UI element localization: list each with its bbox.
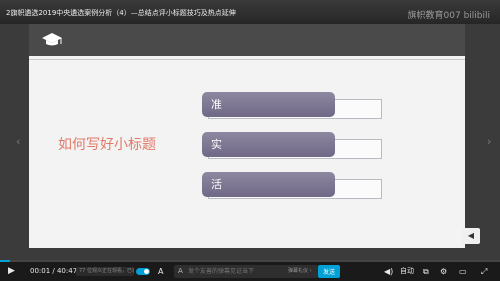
header-divider — [29, 59, 465, 60]
prev-page-icon[interactable]: ‹ — [16, 135, 20, 148]
picture-in-picture-icon[interactable]: ⧉ — [423, 262, 429, 281]
danmaku-style-icon[interactable]: A — [178, 265, 183, 278]
slide-title: 如何写好小标题 — [58, 137, 156, 153]
player-controls: ▶ 00:01 / 40:47 77 位观众正在观看，已装填 31 条弹幕 A … — [0, 262, 500, 281]
next-page-icon[interactable]: › — [487, 135, 491, 148]
quality-selector[interactable]: 自动 — [400, 262, 414, 281]
bilibili-watermark: 旗帜教育007 bilibili — [407, 11, 490, 21]
graduation-cap-icon — [42, 33, 62, 46]
send-danmaku-button[interactable]: 发送 — [318, 265, 340, 278]
fullscreen-icon[interactable]: ⤢ — [481, 262, 487, 281]
play-icon[interactable]: ▶ — [8, 262, 15, 281]
widescreen-icon[interactable]: ▭ — [459, 262, 467, 281]
volume-icon[interactable]: ◀) — [384, 262, 393, 281]
item-tag: 实 — [202, 132, 335, 157]
item-tag: 准 — [202, 92, 335, 117]
time-display: 00:01 / 40:47 — [30, 267, 78, 275]
danmaku-etiquette-link[interactable]: 弹幕礼仪 › — [288, 265, 312, 278]
item-tag: 活 — [202, 172, 335, 197]
slide-header — [29, 24, 465, 56]
side-panel-toggle-icon[interactable]: ◀ — [462, 228, 480, 244]
slide: 如何写好小标题 准 实 活 — [29, 24, 465, 248]
viewer-count: 77 位观众正在观看，已装填 31 条弹幕 — [76, 267, 134, 276]
video-title: 2旗帜遴选2019中央遴选案例分析（4）—总结点评小标题技巧及热点延伸 — [6, 9, 236, 17]
settings-icon[interactable]: ⚙ — [440, 262, 447, 281]
danmaku-settings-icon[interactable]: A — [158, 262, 163, 281]
player-top-bar: 2旗帜遴选2019中央遴选案例分析（4）—总结点评小标题技巧及热点延伸 旗帜教育… — [0, 0, 500, 24]
danmaku-toggle[interactable] — [136, 268, 150, 275]
